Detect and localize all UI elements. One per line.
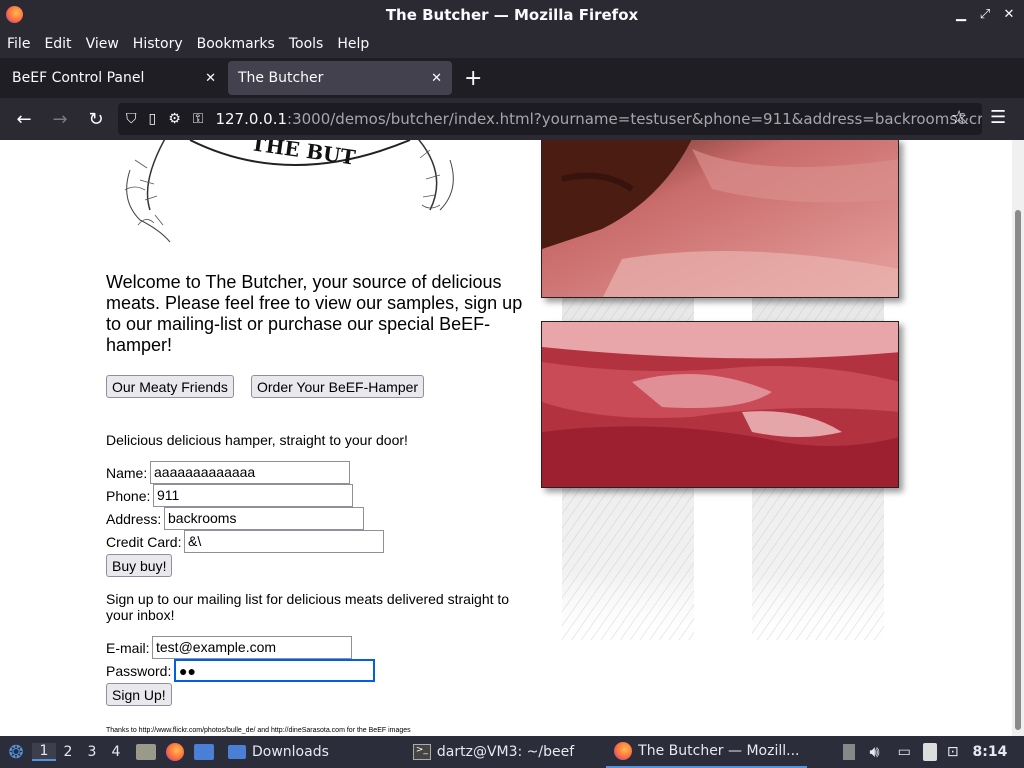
shield-icon[interactable]: ⛉ <box>126 111 137 127</box>
url-text[interactable]: 127.0.0.1:3000/demos/butcher/index.html?… <box>215 110 982 128</box>
menu-bookmarks[interactable]: Bookmarks <box>197 36 275 52</box>
email-label: E-mail: <box>106 640 150 656</box>
butcher-logo: THE BUT <box>124 140 454 243</box>
mailing-list-text: Sign up to our mailing list for deliciou… <box>106 591 510 623</box>
firefox-launcher-icon[interactable] <box>166 743 184 761</box>
close-icon[interactable]: ✕ <box>1000 4 1018 24</box>
workspace-2[interactable]: 2 <box>56 744 80 760</box>
task-terminal[interactable]: >_ dartz@VM3: ~/beef <box>405 736 582 768</box>
task-downloads[interactable]: Downloads <box>220 736 337 768</box>
password-input[interactable]: ●● <box>174 659 375 682</box>
menu-edit[interactable]: Edit <box>44 36 71 52</box>
terminal-icon: >_ <box>412 744 431 760</box>
start-menu-icon[interactable]: ❂ <box>0 742 32 763</box>
close-tab-icon[interactable]: ✕ <box>205 71 216 86</box>
maximize-icon[interactable]: ⤢ <box>976 4 994 24</box>
window-title: The Butcher — Mozilla Firefox <box>385 6 639 24</box>
key-icon[interactable]: ⚿ <box>193 111 204 127</box>
welcome-text: Welcome to The Butcher, your source of d… <box>106 272 523 355</box>
new-tab-icon[interactable]: + <box>464 66 482 91</box>
menu-tools[interactable]: Tools <box>289 36 324 52</box>
workspace-1[interactable]: 1 <box>32 743 56 761</box>
sign-up-button[interactable]: Sign Up! <box>106 683 172 706</box>
bookmark-star-icon[interactable]: ☆ <box>951 107 967 128</box>
task-label: Downloads <box>252 744 329 760</box>
page-icon[interactable]: ▯ <box>149 111 157 127</box>
meat-image-2 <box>541 321 899 488</box>
menu-file[interactable]: File <box>7 36 30 52</box>
tab-beef-control-panel[interactable]: BeEF Control Panel ✕ <box>2 61 226 95</box>
buy-button[interactable]: Buy buy! <box>106 554 173 577</box>
page-content: THE BUT Welcome to The Butcher, your sou… <box>0 140 1012 736</box>
phone-input[interactable]: 911 <box>153 484 353 507</box>
menu-bar: File Edit View History Bookmarks Tools H… <box>0 30 1024 58</box>
hamper-description: Delicious delicious hamper, straight to … <box>106 432 408 448</box>
credit-card-label: Credit Card: <box>106 534 182 550</box>
forward-icon[interactable]: → <box>42 109 78 130</box>
tab-label: BeEF Control Panel <box>12 70 145 86</box>
menu-history[interactable]: History <box>133 36 183 52</box>
task-label: The Butcher — Mozill... <box>638 743 800 759</box>
task-label: dartz@VM3: ~/beef <box>436 744 575 760</box>
clipboard-icon[interactable] <box>922 743 937 761</box>
close-tab-icon[interactable]: ✕ <box>431 71 442 86</box>
scrollbar-thumb[interactable] <box>1015 210 1021 730</box>
credit-card-input[interactable]: &\ <box>184 530 384 553</box>
workspace-3[interactable]: 3 <box>80 744 104 760</box>
phone-label: Phone: <box>106 488 151 504</box>
permissions-icon[interactable]: ⚙ <box>168 111 181 127</box>
trash-icon[interactable] <box>843 744 856 760</box>
volume-icon[interactable]: 🔊︎ <box>869 742 879 762</box>
image-credits: Thanks to http://www.flickr.com/photos/b… <box>106 727 411 734</box>
page-scrollbar[interactable] <box>1012 140 1024 736</box>
workspace-4[interactable]: 4 <box>104 744 128 760</box>
window-titlebar: The Butcher — Mozilla Firefox ▁ ⤢ ✕ <box>0 0 1024 30</box>
menu-view[interactable]: View <box>86 36 119 52</box>
monitor-icon[interactable]: ▭ <box>898 744 911 760</box>
tab-label: The Butcher <box>238 70 324 86</box>
folder-icon <box>228 745 246 759</box>
tab-bar: BeEF Control Panel ✕ The Butcher ✕ + <box>0 58 1024 98</box>
clock: 8:14 <box>972 744 1008 760</box>
menu-hamburger-icon[interactable]: ☰ <box>990 107 1006 128</box>
taskbar: ❂ 1 2 3 4 Downloads >_ dartz@VM3: ~/beef… <box>0 736 1024 768</box>
name-label: Name: <box>106 465 148 481</box>
minimize-icon[interactable]: ▁ <box>952 4 970 24</box>
reload-icon[interactable]: ↻ <box>78 109 114 130</box>
address-input[interactable]: backrooms <box>164 507 364 530</box>
back-icon[interactable]: ← <box>6 109 42 130</box>
navigation-bar: ← → ↻ ⛉ ▯ ⚙ ⚿ 127.0.0.1:3000/demos/butch… <box>0 98 1024 140</box>
task-firefox[interactable]: The Butcher — Mozill... <box>606 736 808 768</box>
password-label: Password: <box>106 663 172 679</box>
firefox-icon <box>614 742 633 760</box>
file-manager-icon[interactable] <box>136 744 156 760</box>
email-input[interactable]: test@example.com <box>152 636 352 659</box>
network-icon[interactable]: ⊡ <box>947 744 959 760</box>
our-meaty-friends-button[interactable]: Our Meaty Friends <box>106 375 234 398</box>
menu-help[interactable]: Help <box>337 36 369 52</box>
address-label: Address: <box>106 511 162 527</box>
order-hamper-button[interactable]: Order Your BeEF-Hamper <box>251 375 425 398</box>
name-input[interactable]: aaaaaaaaaaaaa <box>150 461 350 484</box>
url-bar[interactable]: ⛉ ▯ ⚙ ⚿ 127.0.0.1:3000/demos/butcher/ind… <box>118 103 982 135</box>
desktop-icon[interactable] <box>194 744 214 760</box>
meat-image-1 <box>541 140 899 298</box>
tab-the-butcher[interactable]: The Butcher ✕ <box>228 61 452 95</box>
